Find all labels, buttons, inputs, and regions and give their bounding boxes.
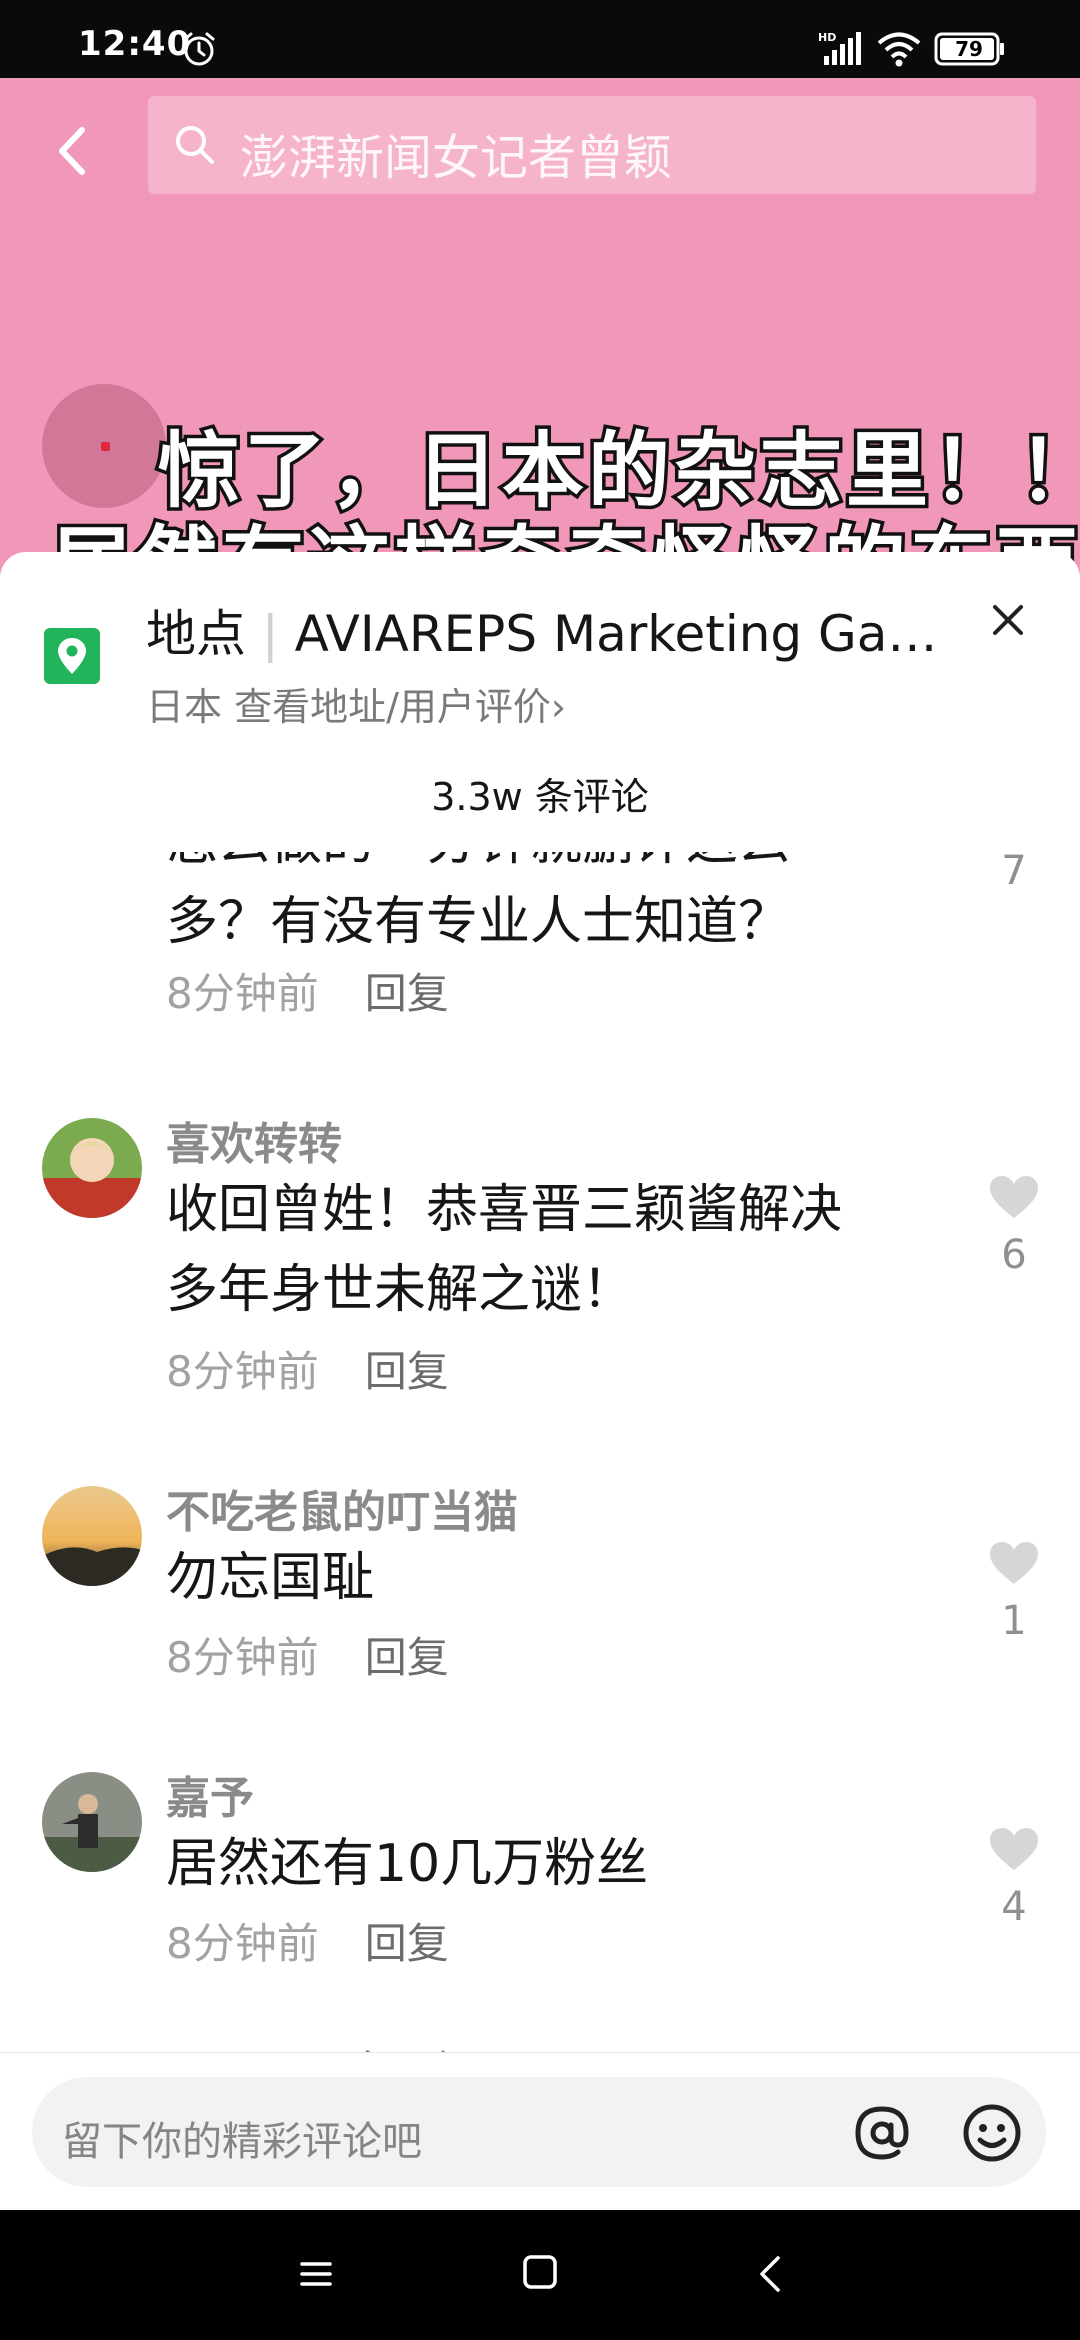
heart-icon[interactable]	[988, 1826, 1040, 1872]
comment-text-line: 多年身世未解之谜！	[166, 1260, 635, 1320]
signal-icon: HD	[818, 31, 861, 65]
search-bar[interactable]: 澎湃新闻女记者曾颖	[148, 96, 1036, 194]
close-icon[interactable]	[990, 602, 1026, 638]
comment-author[interactable]: 嘉予	[166, 1762, 254, 1826]
smiley-icon[interactable]	[960, 2101, 1024, 2165]
comment-text-line: 收回曾姓！恭喜晋三颖酱解决	[166, 1180, 843, 1240]
video-background[interactable]: 澎湃新闻女记者曾颖 惊了，日本的杂志里！！ 居然有这样奇奇怪怪的东西！！	[0, 78, 1080, 598]
comment-time: 8分钟前	[166, 1633, 319, 1682]
comment-item: 喜欢转转 收回曾姓！恭喜晋三颖酱解决 多年身世未解之谜！ 6 8分钟前 回复	[0, 1108, 1080, 1428]
comment-text: 怎么做的一分钟就删评这么 多？有没有专业人士知道？	[166, 852, 956, 962]
comment-time: 8分钟前	[166, 1919, 319, 1968]
comment-meta: 8分钟前 回复	[166, 960, 449, 1021]
wifi-icon	[877, 32, 921, 67]
avatar[interactable]	[42, 1772, 142, 1872]
search-icon	[176, 126, 214, 164]
reply-button[interactable]: 回复	[365, 1347, 449, 1396]
like-count: 4	[1001, 1884, 1027, 1930]
comment-list[interactable]: 怎么做的一分钟就删评这么 多？有没有专业人士知道？ 7 8分钟前回复 喜	[0, 852, 1080, 2052]
location-title: 地点 | AVIAREPS Marketing Ga…	[146, 594, 937, 666]
like-count: 6	[1001, 1232, 1027, 1278]
comment-text: 居然还有10几万粉丝	[166, 1824, 956, 1904]
heart-icon[interactable]	[988, 1174, 1040, 1220]
reply-button[interactable]: 回复	[365, 1633, 449, 1682]
like-count: 7	[1001, 852, 1027, 894]
square-icon[interactable]	[522, 2254, 558, 2290]
svg-text:HD: HD	[818, 31, 836, 44]
comment-text-line: 居然还有10几万粉丝	[166, 1834, 649, 1894]
comment-meta: 8分钟前 回复	[166, 1338, 449, 1399]
comment-item: 怎么做的一分钟就删评这么 多？有没有专业人士知道？ 7 8分钟前回复	[0, 852, 1080, 1042]
comment-text-line: 勿忘国耻	[166, 1548, 375, 1608]
alarm-clock-icon	[183, 32, 215, 66]
comment-input-placeholder: 留下你的精彩评论吧	[62, 2119, 422, 2165]
comment-text: 收回曾姓！恭喜晋三颖酱解决 多年身世未解之谜！	[166, 1170, 956, 1330]
comment-meta: 8分钟前 回复	[166, 1624, 449, 1685]
heart-icon[interactable]	[988, 1540, 1040, 1586]
location-divider: |	[261, 605, 279, 663]
comment-input-bar: 留下你的精彩评论吧	[0, 2052, 1080, 2210]
comment-count: 3.3w 条评论	[431, 775, 649, 819]
back-triangle-icon[interactable]	[756, 2254, 784, 2294]
comment-time: 8分钟前	[166, 969, 319, 1018]
chevron-left-icon[interactable]	[48, 116, 92, 186]
avatar[interactable]	[42, 1118, 142, 1218]
comment-item: 嘉予 居然还有10几万粉丝 4 8分钟前 回复	[0, 1762, 1080, 2002]
comment-text-line: 多？有没有专业人士知道？	[166, 892, 791, 952]
comment-item: 不吃老鼠的叮当猫 勿忘国耻 1 8分钟前 回复	[0, 1476, 1080, 1716]
status-time: 12:40	[78, 24, 192, 64]
comment-author[interactable]: 喜欢转转	[166, 1108, 342, 1172]
menu-icon[interactable]	[298, 2256, 334, 2292]
reply-button[interactable]: 回复	[365, 969, 449, 1018]
comment-time: 8分钟前	[166, 1347, 319, 1396]
location-pin-icon	[44, 628, 100, 684]
comment-input[interactable]: 留下你的精彩评论吧	[32, 2077, 1046, 2187]
like-count: 1	[1001, 1598, 1027, 1644]
location-prefix: 地点	[146, 605, 246, 663]
system-nav-bar	[0, 2210, 1080, 2340]
comment-text-line: 怎么做的一分钟就删评这么	[166, 852, 956, 882]
expand-replies-button[interactable]: 展开2条回复 ˅	[246, 2038, 504, 2052]
at-icon[interactable]	[850, 2101, 914, 2165]
status-bar: 12:40 HD 79	[0, 0, 1080, 78]
comment-author[interactable]: 不吃老鼠的叮当猫	[166, 1476, 518, 1540]
location-row[interactable]: 地点 | AVIAREPS Marketing Ga… 日本 查看地址/用户评价…	[0, 552, 1080, 742]
avatar[interactable]	[42, 1486, 142, 1586]
location-name: AVIAREPS Marketing Ga…	[294, 605, 938, 663]
comment-meta: 8分钟前 回复	[166, 1910, 449, 1971]
search-query: 澎湃新闻女记者曾颖	[240, 130, 673, 186]
comment-sheet: 地点 | AVIAREPS Marketing Ga… 日本 查看地址/用户评价…	[0, 552, 1080, 2052]
reply-button[interactable]: 回复	[365, 1919, 449, 1968]
battery-level: 79	[955, 37, 983, 61]
location-subtitle[interactable]: 日本 查看地址/用户评价›	[146, 676, 566, 731]
floating-record-button[interactable]	[42, 384, 166, 508]
comment-text: 勿忘国耻	[166, 1538, 956, 1618]
